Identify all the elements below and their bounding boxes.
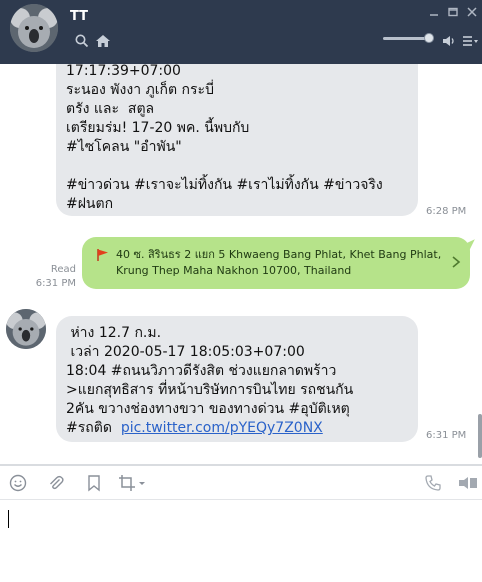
chevron-right-icon[interactable] xyxy=(450,255,462,269)
message-text-line: ระนอง พังงา ภูเก็ต กระบี่ xyxy=(66,82,214,98)
message-text-line: #ไซโคลน "อำพัน" xyxy=(66,139,182,155)
read-receipt: Read xyxy=(50,264,76,275)
close-icon[interactable] xyxy=(466,6,478,18)
message-text-line: 18:04 #ถนนวิภาวดีรังสิต ช่วงแยกลาดพร้าว xyxy=(66,363,337,379)
hashtag-text: #รถติด xyxy=(66,420,121,436)
message-text-line: 2คัน ขวางช่องทางขวา ของทางด่วน #อุบัติเห… xyxy=(66,401,350,417)
message-text-line: ตรัง และ สตูล xyxy=(66,101,155,117)
location-address: 40 ซ. สิรินธร 2 แยก 5 Khwaeng Bang Phlat… xyxy=(116,247,446,279)
chat-header: TT xyxy=(0,0,482,64)
chat-scrollbar[interactable] xyxy=(478,414,482,458)
text-caret xyxy=(8,510,9,528)
message-text-line: #ข่าวด่วน #เราจะไม่ทิ้งกัน #เราไม่ทิ้งกั… xyxy=(66,177,383,193)
home-icon[interactable] xyxy=(95,33,111,49)
emoji-icon[interactable] xyxy=(9,474,27,492)
maximize-icon[interactable] xyxy=(447,6,459,18)
compose-toolbar xyxy=(0,466,482,500)
search-icon[interactable] xyxy=(74,33,90,49)
chat-message-list[interactable]: 17:17:39+07:00 ระนอง พังงา ภูเก็ต กระบี่… xyxy=(0,64,482,464)
phone-icon[interactable] xyxy=(424,474,442,492)
incoming-message-bubble[interactable]: ห่าง 12.7 ก.ม. เวล่า 2020-05-17 18:05:03… xyxy=(56,316,418,442)
menu-icon[interactable] xyxy=(462,33,478,49)
crop-icon[interactable] xyxy=(118,474,136,492)
chat-title: TT xyxy=(70,9,89,24)
message-timestamp: 6:31 PM xyxy=(35,278,76,289)
incoming-message-bubble[interactable]: 17:17:39+07:00 ระนอง พังงา ภูเก็ต กระบี่… xyxy=(56,64,418,216)
outgoing-location-bubble[interactable]: 40 ซ. สิรินธร 2 แยก 5 Khwaeng Bang Phlat… xyxy=(82,237,479,289)
message-text-line: #รถติด pic.twitter.com/pYEQy7Z0NX xyxy=(66,419,408,438)
message-text-line: ห่าง 12.7 ก.ม. xyxy=(66,325,162,341)
chevron-down-icon[interactable] xyxy=(137,474,147,492)
message-text-line: #ฝนตก xyxy=(66,196,114,212)
contact-avatar[interactable] xyxy=(10,4,58,52)
location-address-line: Krung Thep Maha Nakhon 10700, Thailand xyxy=(116,264,352,277)
sender-avatar[interactable] xyxy=(6,309,46,349)
message-text-line xyxy=(66,157,408,176)
attach-icon[interactable] xyxy=(47,474,65,492)
volume-icon[interactable] xyxy=(441,33,457,49)
message-text-line: เวล่า 2020-05-17 18:05:03+07:00 xyxy=(66,344,305,360)
volume-slider-handle[interactable] xyxy=(424,33,434,43)
video-icon[interactable] xyxy=(458,474,478,492)
location-address-line: 40 ซ. สิรินธร 2 แยก 5 Khwaeng Bang Phlat… xyxy=(116,248,442,261)
message-text-line: เตรียมร่ม! 17-20 พค. นี้พบกับ xyxy=(66,120,250,136)
message-text-line: >แยกสุทธิสาร ที่หน้าบริษัทการบินไทย รถชน… xyxy=(66,382,354,398)
message-input[interactable] xyxy=(0,500,482,582)
minimize-icon[interactable] xyxy=(428,6,440,18)
bubble-tail xyxy=(465,239,479,251)
message-timestamp: 6:28 PM xyxy=(426,206,467,217)
message-text-line: 17:17:39+07:00 xyxy=(66,64,181,79)
message-timestamp: 6:31 PM xyxy=(426,430,467,441)
bookmark-icon[interactable] xyxy=(85,474,103,492)
message-link[interactable]: pic.twitter.com/pYEQy7Z0NX xyxy=(121,420,323,436)
location-flag-icon xyxy=(97,249,108,261)
